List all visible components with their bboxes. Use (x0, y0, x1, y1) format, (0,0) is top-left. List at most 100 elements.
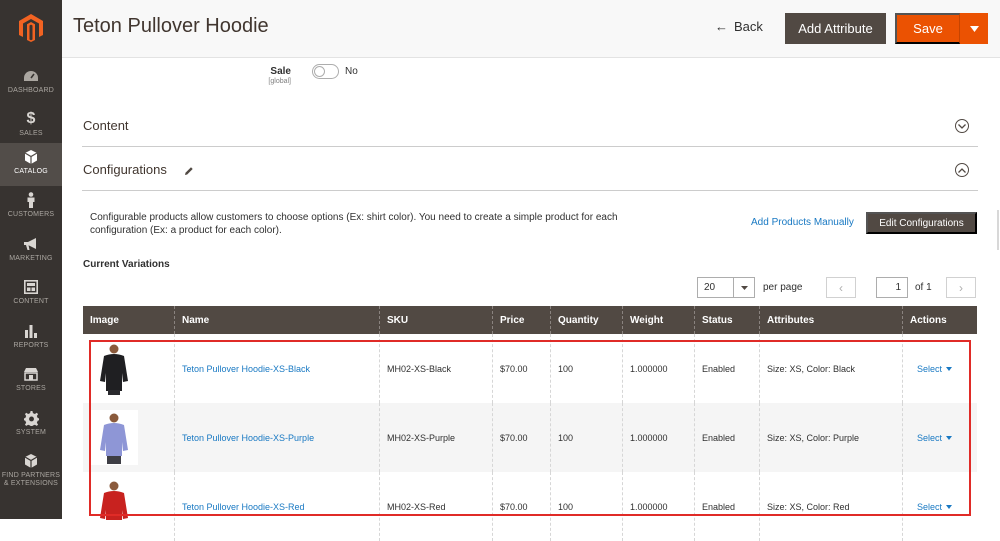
admin-sidebar: DASHBOARD $ SALES CATALOG CUSTOMERS MARK… (0, 0, 62, 519)
chevron-down-icon[interactable] (955, 119, 969, 133)
product-thumbnail[interactable] (90, 410, 138, 465)
page-total-label: of 1 (915, 282, 932, 293)
row-quantity-cell: 100 (550, 403, 622, 472)
sidebar-item-partners[interactable]: FIND PARTNERS & EXTENSIONS (0, 447, 62, 497)
row-status-cell: Enabled (694, 472, 759, 541)
section-divider (82, 190, 978, 191)
sidebar-item-label: CATALOG (14, 168, 48, 175)
column-header-image: Image (90, 314, 119, 326)
configurations-description: Configurable products allow customers to… (90, 212, 618, 236)
magento-logo-icon (19, 13, 43, 42)
sale-toggle-value: No (345, 66, 358, 77)
bar-chart-icon (24, 323, 38, 339)
select-label: Select (917, 432, 943, 443)
sidebar-item-sales[interactable]: $ SALES (0, 105, 62, 148)
select-label: Select (917, 363, 943, 374)
row-actions-cell: Select (902, 334, 977, 403)
sidebar-item-label: CONTENT (13, 298, 49, 305)
edit-configurations-button[interactable]: Edit Configurations (866, 212, 977, 234)
chevron-up-icon[interactable] (955, 163, 969, 177)
content-icon (24, 279, 38, 295)
sidebar-item-customers[interactable]: CUSTOMERS (0, 186, 62, 229)
row-attributes-cell: Size: XS, Color: Purple (759, 403, 902, 472)
add-products-manually-link[interactable]: Add Products Manually (751, 217, 854, 228)
column-header-name: Name (174, 306, 379, 334)
content-section-title[interactable]: Content (83, 118, 129, 133)
row-attributes-cell: Size: XS, Color: Red (759, 472, 902, 541)
column-header-actions: Actions (902, 306, 977, 334)
row-quantity-cell: 100 (550, 334, 622, 403)
sidebar-item-catalog[interactable]: CATALOG (0, 143, 62, 186)
row-select-action[interactable]: Select (917, 501, 953, 512)
row-sku-cell: MH02-XS-Red (379, 472, 492, 541)
row-sku-cell: MH02-XS-Black (379, 334, 492, 403)
row-status-cell: Enabled (694, 334, 759, 403)
caret-down-icon (946, 366, 953, 371)
save-options-button[interactable] (960, 13, 988, 44)
hoodie-red-image (100, 481, 128, 520)
per-page-value: 20 (704, 282, 716, 293)
row-weight-cell: 1.000000 (622, 403, 694, 472)
sale-toggle[interactable] (312, 64, 339, 79)
sidebar-item-system[interactable]: SYSTEM (0, 404, 62, 447)
dashboard-icon (23, 68, 39, 84)
column-header-attributes: Attributes (759, 306, 902, 334)
row-name-cell: Teton Pullover Hoodie-XS-Purple (174, 403, 379, 472)
sale-label: Sale (270, 66, 291, 77)
column-header-status: Status (694, 306, 759, 334)
caret-down-icon (946, 504, 953, 509)
sidebar-item-reports[interactable]: REPORTS (0, 317, 62, 360)
select-label: Select (917, 501, 943, 512)
page-header: Teton Pullover Hoodie ← Back Add Attribu… (62, 0, 1000, 58)
row-weight-cell: 1.000000 (622, 334, 694, 403)
megaphone-icon (23, 236, 39, 252)
sidebar-item-dashboard[interactable]: DASHBOARD (0, 62, 62, 105)
save-button[interactable]: Save (895, 13, 960, 44)
previous-page-button[interactable]: ‹ (826, 277, 856, 298)
pencil-icon[interactable] (184, 163, 194, 181)
gear-icon (23, 410, 39, 426)
row-quantity-cell: 100 (550, 472, 622, 541)
sidebar-item-marketing[interactable]: MARKETING (0, 230, 62, 273)
row-actions-cell: Select (902, 403, 977, 472)
table-row: Teton Pullover Hoodie-XS-Black MH02-XS-B… (83, 334, 977, 403)
sidebar-item-label: DASHBOARD (7, 87, 55, 94)
row-price-cell: $70.00 (492, 334, 550, 403)
person-icon (26, 192, 36, 208)
product-name-link[interactable]: Teton Pullover Hoodie-XS-Black (182, 364, 310, 374)
column-header-quantity: Quantity (550, 306, 622, 334)
product-name-link[interactable]: Teton Pullover Hoodie-XS-Red (182, 502, 305, 512)
sale-scope-label: [global] (268, 78, 291, 85)
next-page-button[interactable]: › (946, 277, 976, 298)
current-variations-title: Current Variations (83, 259, 170, 270)
sidebar-item-content[interactable]: CONTENT (0, 273, 62, 316)
row-actions-cell: Select (902, 472, 977, 541)
caret-down-icon (946, 435, 953, 440)
back-button[interactable]: ← Back (715, 19, 763, 34)
dollar-icon: $ (26, 110, 36, 127)
row-attributes-cell: Size: XS, Color: Black (759, 334, 902, 403)
scrollbar[interactable] (997, 210, 999, 250)
page-title: Teton Pullover Hoodie (73, 15, 269, 37)
page-number-input[interactable]: 1 (876, 277, 908, 298)
per-page-select[interactable]: 20 (697, 277, 755, 298)
configurations-section-title[interactable]: Configurations (83, 162, 167, 177)
magento-logo[interactable] (0, 0, 62, 55)
add-attribute-button[interactable]: Add Attribute (785, 13, 886, 44)
section-divider (82, 146, 978, 147)
sidebar-item-stores[interactable]: STORES (0, 360, 62, 403)
column-header-price: Price (492, 306, 550, 334)
row-price-cell: $70.00 (492, 403, 550, 472)
product-thumbnail[interactable] (90, 480, 138, 520)
product-name-link[interactable]: Teton Pullover Hoodie-XS-Purple (182, 433, 314, 443)
row-select-action[interactable]: Select (917, 432, 953, 443)
sidebar-item-label: STORES (16, 385, 46, 392)
partners-icon (24, 453, 38, 469)
arrow-left-icon: ← (715, 19, 728, 34)
caret-down-icon (969, 25, 979, 32)
chevron-right-icon: › (959, 280, 963, 295)
product-thumbnail[interactable] (90, 341, 138, 396)
row-select-action[interactable]: Select (917, 363, 953, 374)
row-sku-cell: MH02-XS-Purple (379, 403, 492, 472)
table-row: Teton Pullover Hoodie-XS-Purple MH02-XS-… (83, 403, 977, 472)
